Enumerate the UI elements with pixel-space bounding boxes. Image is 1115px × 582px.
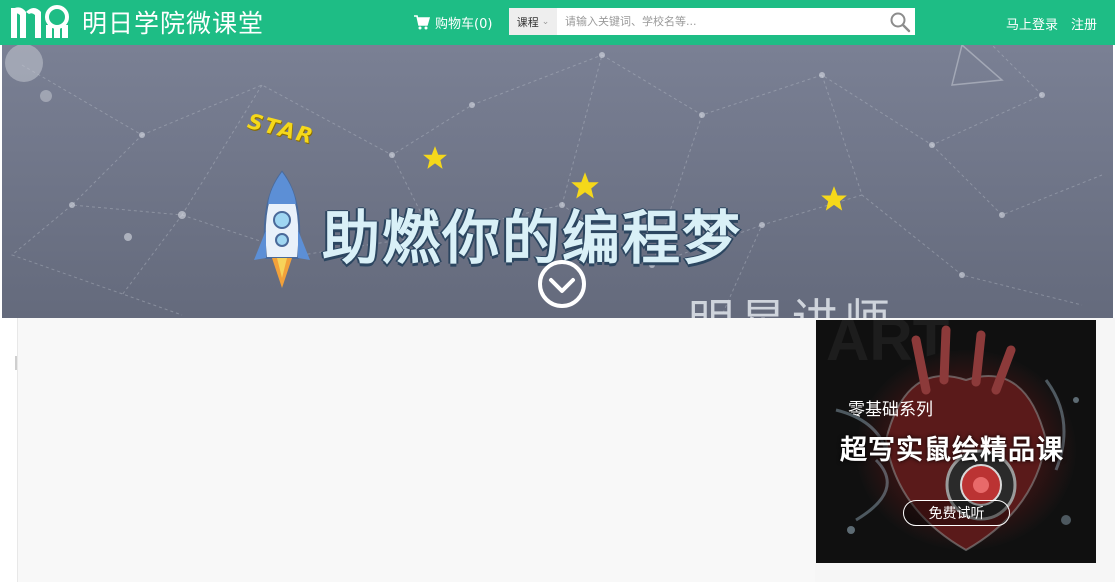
search-input[interactable]	[565, 11, 875, 32]
logo-mark-icon	[11, 5, 69, 38]
search-icon[interactable]	[889, 11, 911, 33]
divider	[15, 356, 17, 370]
promo-ad[interactable]: ART 零基础系列 超写实鼠绘精品课 免费试听	[816, 320, 1096, 563]
search-category-select[interactable]: 课程 ⌄	[509, 8, 557, 35]
star-icon	[571, 172, 599, 199]
chevron-down-icon: ⌄	[541, 16, 550, 27]
hero-banner[interactable]: STAR 助燃你的编程梦 明星讲师	[2, 45, 1113, 318]
ad-title: 超写实鼠绘精品课	[840, 435, 1064, 466]
main-content-area	[18, 318, 815, 582]
free-trial-button[interactable]: 免费试听	[903, 500, 1010, 526]
banner-subtitle: 明星讲师	[688, 285, 896, 318]
cart-icon	[414, 15, 430, 30]
register-link[interactable]: 注册	[1071, 14, 1097, 33]
search-category-label: 课程	[516, 15, 539, 29]
left-edge-panel	[0, 318, 18, 582]
login-link[interactable]: 马上登录	[1006, 14, 1058, 33]
cart-link[interactable]: 购物车(0)	[414, 13, 492, 32]
rocket-icon	[254, 170, 310, 288]
search-bar: 课程 ⌄	[509, 8, 915, 35]
ad-series-label: 零基础系列	[848, 400, 933, 420]
banner-headline: 助燃你的编程梦	[322, 204, 743, 272]
star-icon	[423, 146, 447, 169]
site-name: 明日学院微课堂	[82, 9, 265, 38]
star-icon	[821, 186, 847, 211]
site-logo[interactable]: 明日学院微课堂	[10, 3, 264, 41]
top-navbar: 明日学院微课堂 购物车(0) 课程 ⌄ 马上登录 注册	[0, 0, 1115, 45]
cart-label: 购物车(0)	[435, 17, 493, 32]
scroll-down-icon[interactable]	[536, 258, 588, 310]
